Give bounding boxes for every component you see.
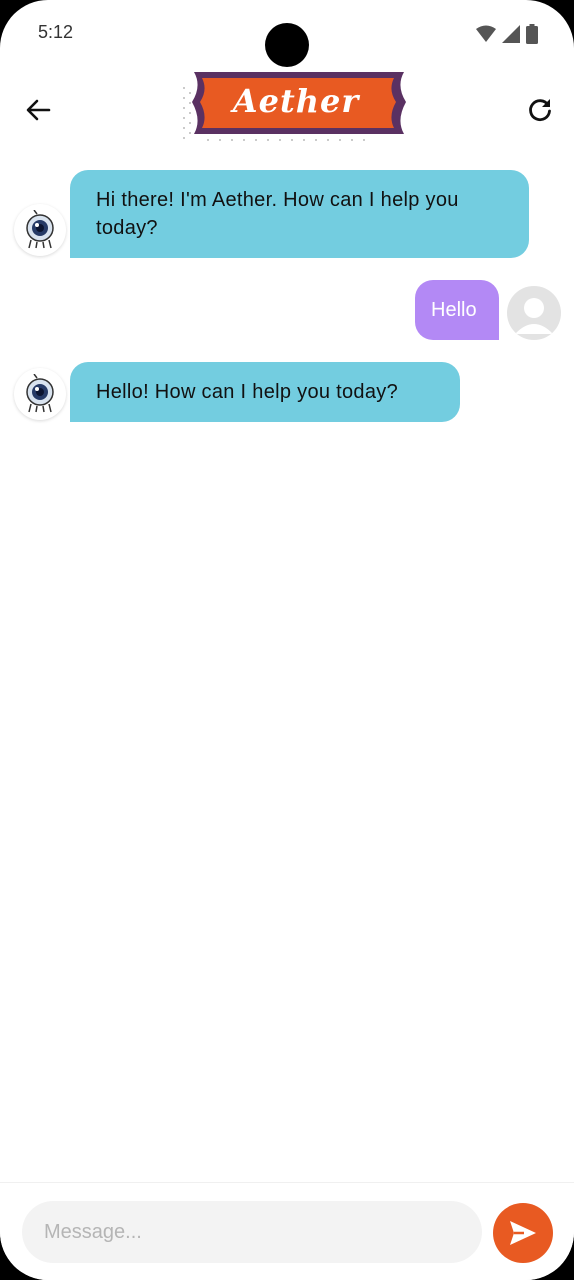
app-title: Aether [232,82,360,120]
phone-screen: 5:12 Aether Hi there! I'm Aether. How ca… [0,0,574,1280]
send-button[interactable] [493,1203,553,1263]
bot-avatar [14,368,66,420]
status-time: 5:12 [38,22,74,42]
bot-message-bubble: Hi there! I'm Aether. How can I help you… [70,170,529,258]
bot-avatar [14,204,66,256]
app-logo: Aether [178,70,414,146]
message-composer [0,1182,574,1280]
refresh-icon [529,99,551,122]
message-input[interactable] [22,1201,482,1263]
send-icon [510,1221,536,1245]
person-icon [515,298,553,334]
app-bar: Aether [0,70,574,150]
message-text: Hello! How can I help you today? [96,381,398,403]
message-text: Hi there! I'm Aether. How can I help you… [96,189,459,239]
back-button[interactable] [20,92,56,128]
user-message-bubble: Hello [415,280,499,340]
user-avatar [507,286,561,340]
battery-icon [526,24,538,44]
bot-message-bubble: Hello! How can I help you today? [70,362,460,422]
robot-eye-icon [26,210,54,249]
arrow-left-icon [26,99,51,121]
message-text: Hello [431,299,477,321]
signal-icon [502,25,520,43]
status-bar: 5:12 [0,0,574,70]
status-icons [476,24,538,44]
refresh-button[interactable] [522,92,558,128]
robot-eye-icon [26,374,54,413]
wifi-icon [476,25,496,42]
camera-cutout [265,23,309,67]
